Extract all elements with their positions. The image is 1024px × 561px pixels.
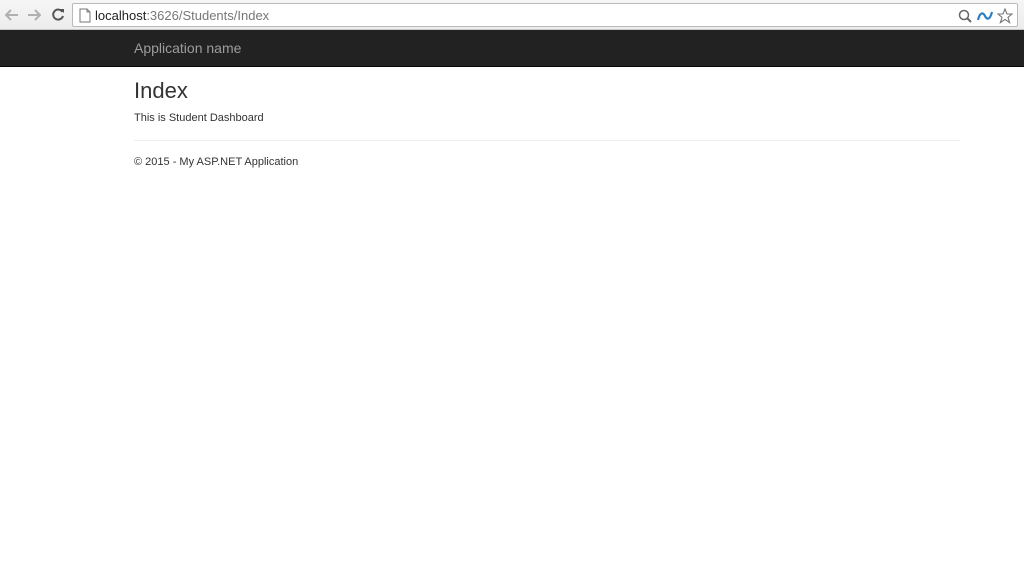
url-host: localhost: [95, 8, 147, 23]
browser-toolbar: localhost:3626/Students/Index: [0, 0, 1024, 30]
footer-copyright: © 2015 - My ASP.NET Application: [134, 156, 299, 168]
page-title: Index: [134, 78, 188, 103]
site-navbar: Application name: [0, 30, 1024, 67]
magnifier-icon[interactable]: [957, 8, 973, 24]
dashboard-text: This is Student Dashboard: [134, 112, 264, 124]
page-icon: [79, 8, 91, 23]
back-arrow-icon[interactable]: [2, 5, 22, 25]
url-text[interactable]: localhost:3626/Students/Index: [95, 7, 269, 24]
extension-icon[interactable]: [977, 8, 993, 24]
reload-icon[interactable]: [48, 5, 68, 25]
star-icon[interactable]: [997, 7, 1013, 24]
url-path: :3626/Students/Index: [146, 8, 270, 23]
navbar-brand-link[interactable]: Application name: [134, 40, 241, 56]
address-bar[interactable]: localhost:3626/Students/Index: [72, 3, 1018, 27]
footer-divider: [134, 140, 960, 141]
forward-arrow-icon[interactable]: [24, 5, 44, 25]
